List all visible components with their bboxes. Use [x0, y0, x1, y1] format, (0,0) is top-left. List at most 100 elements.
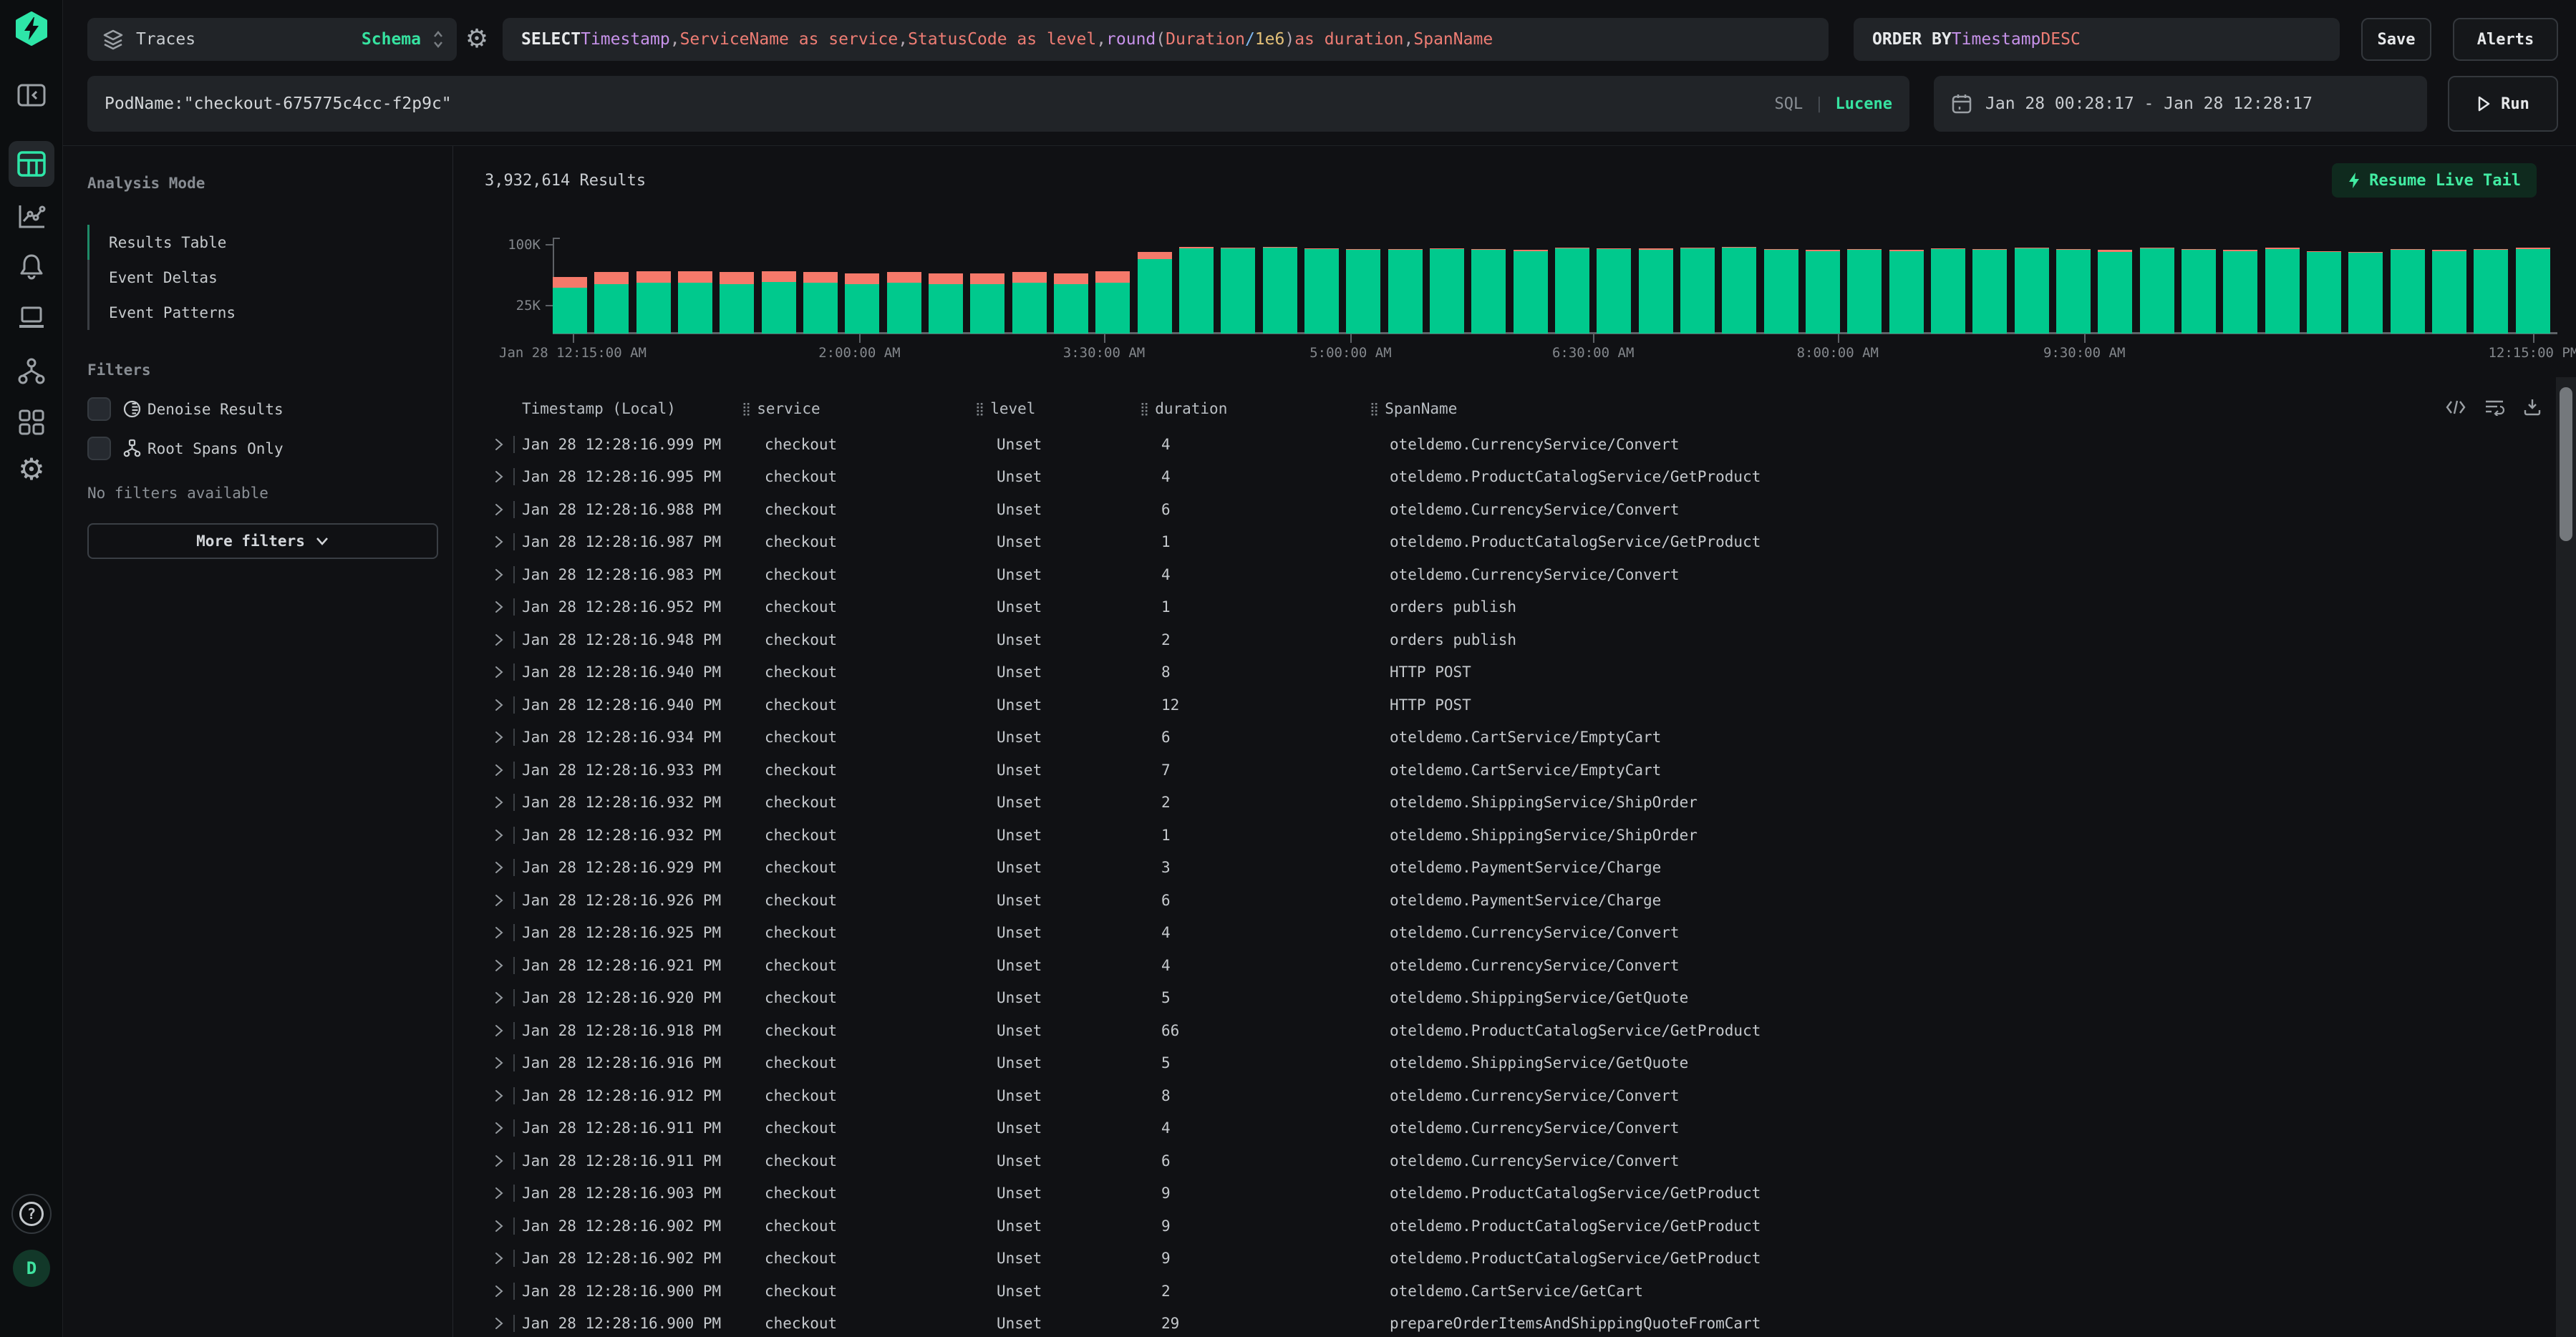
col-spanname[interactable]: ⣿ SpanName	[1362, 400, 2576, 417]
sidebar-item-alerts[interactable]	[0, 252, 63, 281]
root-spans-checkbox[interactable]	[87, 437, 111, 460]
row-expand-button[interactable]	[485, 502, 513, 517]
row-expand-button[interactable]	[485, 1186, 513, 1200]
table-row[interactable]: Jan 28 12:28:16.902 PMcheckoutUnset9otel…	[485, 1243, 2576, 1275]
table-row[interactable]: Jan 28 12:28:16.940 PMcheckoutUnset8HTTP…	[485, 656, 2576, 689]
table-row[interactable]: Jan 28 12:28:16.920 PMcheckoutUnset5otel…	[485, 982, 2576, 1015]
col-service[interactable]: ⣿ service	[735, 400, 968, 417]
root-spans-toggle[interactable]: Root Spans Only	[87, 437, 438, 460]
row-expand-button[interactable]	[485, 1284, 513, 1298]
table-row[interactable]: Jan 28 12:28:16.903 PMcheckoutUnset9otel…	[485, 1177, 2576, 1210]
source-settings-button[interactable]: ⚙	[457, 18, 497, 61]
histogram-bar[interactable]	[2056, 249, 2091, 334]
histogram-bar[interactable]	[1095, 271, 1130, 334]
collapse-panel-icon[interactable]	[0, 81, 63, 110]
table-row[interactable]: Jan 28 12:28:16.995 PMcheckoutUnset4otel…	[485, 461, 2576, 494]
histogram-bar[interactable]	[1388, 249, 1423, 334]
table-row[interactable]: Jan 28 12:28:16.932 PMcheckoutUnset1otel…	[485, 819, 2576, 852]
histogram-bar[interactable]	[1346, 249, 1380, 334]
row-expand-button[interactable]	[485, 893, 513, 908]
run-button[interactable]: Run	[2448, 76, 2558, 132]
row-expand-button[interactable]	[485, 763, 513, 777]
histogram-bar[interactable]	[553, 277, 587, 334]
histogram-bar[interactable]	[2223, 250, 2257, 334]
mode-event-patterns[interactable]: Event Patterns	[87, 295, 438, 330]
histogram-bar[interactable]	[2307, 251, 2341, 334]
histogram-bar[interactable]	[2432, 250, 2466, 334]
download-icon[interactable]	[2523, 398, 2542, 417]
drag-handle-icon[interactable]: ⣿	[1370, 402, 1379, 417]
mode-results-table[interactable]: Results Table	[87, 225, 438, 260]
save-button[interactable]: Save	[2361, 18, 2431, 61]
histogram-bar[interactable]	[2140, 248, 2174, 334]
source-select[interactable]: Traces Schema	[87, 18, 457, 61]
histogram-bar[interactable]	[1221, 248, 1255, 334]
histogram-bar[interactable]	[1138, 252, 1172, 334]
histogram-bar[interactable]	[678, 271, 712, 334]
sidebar-item-dashboards[interactable]	[0, 408, 63, 437]
table-row[interactable]: Jan 28 12:28:16.983 PMcheckoutUnset4otel…	[485, 558, 2576, 591]
row-expand-button[interactable]	[485, 1251, 513, 1265]
histogram-bar[interactable]	[2391, 249, 2425, 334]
row-expand-button[interactable]	[485, 437, 513, 452]
row-expand-button[interactable]	[485, 1024, 513, 1038]
histogram-bar[interactable]	[1555, 248, 1589, 334]
row-expand-button[interactable]	[485, 860, 513, 875]
table-row[interactable]: Jan 28 12:28:16.900 PMcheckoutUnset29pre…	[485, 1308, 2576, 1337]
histogram-bar[interactable]	[1764, 249, 1798, 334]
histogram-bar[interactable]	[1012, 272, 1047, 334]
table-row[interactable]: Jan 28 12:28:16.932 PMcheckoutUnset2otel…	[485, 787, 2576, 820]
sidebar-item-chart-explorer[interactable]	[0, 203, 63, 231]
select-query-input[interactable]: SELECT Timestamp, ServiceName as service…	[503, 18, 1829, 61]
histogram-bar[interactable]	[845, 273, 879, 334]
row-expand-button[interactable]	[485, 958, 513, 973]
histogram-bar[interactable]	[2015, 248, 2049, 334]
denoise-results-toggle[interactable]: Denoise Results	[87, 397, 438, 421]
histogram-bar[interactable]	[1806, 250, 1840, 334]
histogram-bar[interactable]	[1847, 249, 1882, 334]
sidebar-item-sessions[interactable]	[0, 304, 63, 331]
vertical-scrollbar[interactable]	[2556, 377, 2576, 1337]
hyperdx-logo[interactable]	[0, 11, 63, 46]
row-expand-button[interactable]	[485, 1219, 513, 1233]
histogram-bar[interactable]	[720, 272, 754, 334]
histogram-bar[interactable]	[1514, 250, 1548, 334]
row-expand-button[interactable]	[485, 1089, 513, 1103]
histogram-bar[interactable]	[1680, 248, 1715, 334]
table-row[interactable]: Jan 28 12:28:16.921 PMcheckoutUnset4otel…	[485, 949, 2576, 982]
histogram-bar[interactable]	[594, 272, 629, 334]
histogram-bar[interactable]	[2098, 250, 2132, 334]
histogram-bar[interactable]	[1179, 247, 1214, 334]
row-expand-button[interactable]	[485, 1121, 513, 1135]
table-row[interactable]: Jan 28 12:28:16.911 PMcheckoutUnset4otel…	[485, 1112, 2576, 1145]
scrollbar-thumb[interactable]	[2560, 387, 2572, 541]
date-range-picker[interactable]: Jan 28 00:28:17 - Jan 28 12:28:17	[1934, 76, 2427, 132]
histogram-bar[interactable]	[2265, 248, 2300, 334]
histogram-bar[interactable]	[2474, 249, 2508, 334]
row-expand-button[interactable]	[485, 795, 513, 810]
row-expand-button[interactable]	[485, 568, 513, 582]
sidebar-item-service-map[interactable]	[0, 357, 63, 386]
histogram-bar[interactable]	[2516, 248, 2550, 334]
histogram-bar[interactable]	[1304, 248, 1339, 334]
histogram-bar[interactable]	[2182, 249, 2216, 334]
histogram-bar[interactable]	[887, 272, 921, 334]
histogram-bar[interactable]	[1430, 248, 1464, 334]
schema-mode-label[interactable]: Schema	[362, 30, 421, 49]
histogram-bar[interactable]	[636, 271, 671, 334]
alerts-button[interactable]: Alerts	[2453, 18, 2558, 61]
more-filters-button[interactable]: More filters	[87, 523, 438, 559]
drag-handle-icon[interactable]: ⣿	[1140, 402, 1149, 417]
sidebar-item-settings[interactable]: ⚙	[0, 455, 63, 484]
results-histogram[interactable]: 100K 25K Jan 28 12:15:00 AM2:00:00 AM3:3…	[485, 213, 2576, 356]
table-row[interactable]: Jan 28 12:28:16.918 PMcheckoutUnset66ote…	[485, 1014, 2576, 1047]
table-row[interactable]: Jan 28 12:28:16.929 PMcheckoutUnset3otel…	[485, 852, 2576, 885]
table-row[interactable]: Jan 28 12:28:16.952 PMcheckoutUnset1orde…	[485, 591, 2576, 624]
histogram-bar[interactable]	[1597, 248, 1631, 334]
row-expand-button[interactable]	[485, 698, 513, 712]
row-expand-button[interactable]	[485, 1056, 513, 1070]
sql-toggle[interactable]: SQL	[1775, 95, 1803, 113]
drag-handle-icon[interactable]: ⣿	[742, 402, 751, 417]
resume-live-tail-button[interactable]: Resume Live Tail	[2332, 163, 2537, 198]
row-expand-button[interactable]	[485, 535, 513, 549]
